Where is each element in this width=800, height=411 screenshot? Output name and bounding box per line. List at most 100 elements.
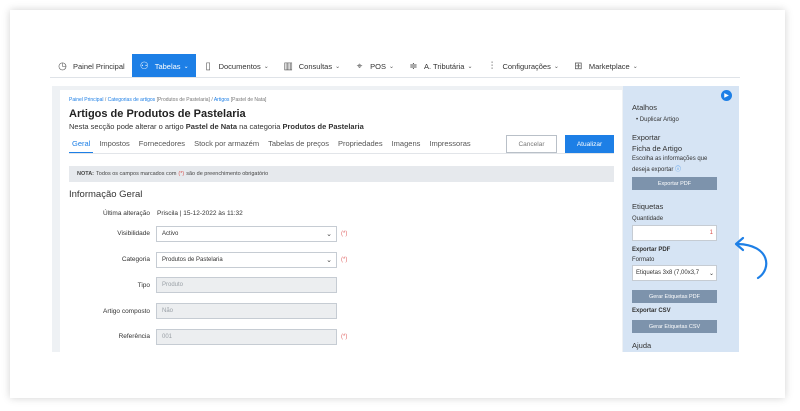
- breadcrumb-articles[interactable]: Artigos: [214, 97, 230, 103]
- document-icon: ▯: [205, 60, 211, 72]
- tab-price-tables[interactable]: Tabelas de preços: [265, 136, 332, 154]
- type-label: Tipo: [137, 282, 150, 289]
- tab-properties[interactable]: Propriedades: [335, 136, 386, 154]
- chevron-down-icon: ⌄: [388, 63, 394, 70]
- composite-value: Não: [162, 308, 174, 314]
- nav-pos[interactable]: ⌖ POS ⌄: [347, 54, 401, 78]
- nav-label: Configurações: [502, 61, 551, 71]
- required-mark: (*): [341, 231, 348, 237]
- info-icon[interactable]: ⓘ: [675, 167, 681, 173]
- nav-marketplace[interactable]: ⊞ Marketplace ⌄: [566, 54, 645, 78]
- chevron-down-icon: ⌄: [708, 270, 714, 277]
- nav-tables[interactable]: ⚇ Tabelas ⌄: [131, 54, 196, 78]
- reference-value: 001: [162, 334, 173, 340]
- visibility-label: Visibilidade: [117, 230, 150, 237]
- export-csv-label: Exportar CSV: [632, 308, 671, 314]
- quantity-input[interactable]: 1: [632, 225, 717, 241]
- visibility-value: Activo: [162, 231, 179, 237]
- chevron-down-icon: ⌄: [263, 63, 269, 70]
- nav-dashboard[interactable]: ◷ Painel Principal: [50, 54, 132, 78]
- breadcrumb-detail: [Pastel de Nata]: [230, 97, 267, 103]
- composite-label: Artigo composto: [103, 308, 150, 315]
- subtitle-article: Pastel de Nata: [185, 122, 238, 131]
- tab-general[interactable]: Geral: [69, 136, 94, 154]
- subtitle-category: Produtos de Pastelaria: [282, 122, 364, 131]
- note-label: NOTA:: [77, 171, 95, 177]
- play-icon[interactable]: ▶: [721, 90, 732, 101]
- quantity-label: Quantidade: [632, 216, 664, 222]
- format-value: Etiquetas 3x8 (7,00x3,7: [636, 270, 700, 276]
- settings-icon: ⫶: [490, 60, 494, 72]
- update-button[interactable]: Atualizar: [565, 135, 614, 153]
- nav-settings[interactable]: ⫶ Configurações ⌄: [479, 54, 565, 78]
- required-fields-note: NOTA: Todos os campos marcados com (*) s…: [69, 166, 614, 182]
- export-pdf-button[interactable]: Exportar PDF: [632, 177, 717, 190]
- tab-taxes[interactable]: Impostos: [96, 136, 132, 154]
- generate-csv-button[interactable]: Gerar Etiquetas CSV: [632, 320, 717, 333]
- export-pdf-label: Exportar PDF: [632, 247, 671, 253]
- nav-documents[interactable]: ▯ Documentos ⌄: [196, 54, 276, 78]
- export-title: Exportar: [632, 133, 661, 142]
- visibility-select[interactable]: Activo ⌄: [156, 226, 337, 242]
- export-description: Escolha as informações que: [632, 156, 708, 162]
- category-label: Categoria: [121, 256, 150, 263]
- subtitle-text: Nesta secção pode alterar o artigo: [69, 122, 184, 131]
- required-mark: (*): [341, 257, 348, 263]
- cancel-button[interactable]: Cancelar: [506, 135, 557, 153]
- export-subtitle: Ficha de Artigo: [632, 144, 683, 153]
- marketplace-icon: ⊞: [574, 60, 583, 72]
- last-change-value: Priscila | 15-12-2022 às 11:32: [157, 210, 243, 217]
- chevron-down-icon: ⌄: [326, 257, 332, 264]
- nav-label: Documentos: [218, 61, 261, 71]
- tab-images[interactable]: Imagens: [389, 136, 424, 154]
- chevron-down-icon: ⌄: [183, 63, 189, 70]
- duplicate-article-link[interactable]: • Duplicar Artigo: [636, 117, 679, 123]
- chevron-down-icon: ⌄: [326, 231, 332, 238]
- note-text: são de preenchimento obrigatório: [186, 171, 269, 177]
- format-select[interactable]: Etiquetas 3x8 (7,00x3,7 ⌄: [632, 265, 717, 281]
- nav-label: Tabelas: [154, 61, 181, 71]
- page-subtitle: Nesta secção pode alterar o artigo Paste…: [69, 122, 364, 131]
- note-text: Todos os campos marcados com: [96, 171, 177, 177]
- dashboard-icon: ◷: [58, 60, 67, 72]
- chevron-down-icon: ⌄: [553, 63, 559, 70]
- chevron-down-icon: ⌄: [632, 63, 638, 70]
- tax-icon: ≑: [409, 60, 418, 72]
- nav-label: Marketplace: [588, 61, 630, 71]
- generate-pdf-button[interactable]: Gerar Etiquetas PDF: [632, 290, 717, 303]
- breadcrumb-home[interactable]: Painel Principal: [69, 97, 103, 103]
- nav-queries[interactable]: ▥ Consultas ⌄: [276, 54, 347, 78]
- export-description: deseja exportar ⓘ: [632, 164, 681, 173]
- export-description-text: deseja exportar: [632, 167, 674, 173]
- section-title: Informação Geral: [69, 189, 143, 200]
- tab-stock[interactable]: Stock por armazém: [191, 136, 262, 154]
- bar-chart-icon: ▥: [283, 60, 293, 72]
- type-value: Produto: [162, 282, 184, 288]
- composite-field: Não: [156, 303, 337, 319]
- nav-label: POS: [370, 61, 386, 71]
- labels-title: Etiquetas: [632, 202, 664, 211]
- note-required-mark: (*): [178, 171, 185, 177]
- subtitle-text: na categoria: [239, 122, 281, 131]
- reference-label: Referência: [118, 333, 150, 340]
- chevron-down-icon: ⌄: [335, 63, 341, 70]
- pos-icon: ⌖: [356, 60, 363, 72]
- format-label: Formato: [632, 257, 655, 263]
- type-field: Produto: [156, 277, 337, 293]
- tabs-divider: [69, 153, 614, 154]
- breadcrumb-categories[interactable]: Categorias de artigos: [108, 97, 156, 103]
- nav-label: Consultas: [298, 61, 333, 71]
- nav-tax[interactable]: ≑ A. Tributária ⌄: [401, 54, 479, 78]
- tab-suppliers[interactable]: Fornecedores: [136, 136, 188, 154]
- category-select[interactable]: Produtos de Pastelaria ⌄: [156, 252, 337, 268]
- help-title: Ajuda: [632, 341, 652, 350]
- top-navigation: ◷ Painel Principal ⚇ Tabelas ⌄ ▯ Documen…: [50, 54, 740, 78]
- duplicate-label: Duplicar Artigo: [639, 117, 679, 123]
- reference-field[interactable]: 001: [156, 329, 337, 345]
- tab-bar: Geral Impostos Fornecedores Stock por ar…: [69, 136, 477, 154]
- breadcrumb-detail: [Produtos de Pastelaria]: [156, 97, 210, 103]
- users-icon: ⚇: [139, 60, 149, 72]
- tab-printers[interactable]: Impressoras: [426, 136, 473, 154]
- curved-arrow-icon: [734, 236, 768, 280]
- chevron-down-icon: ⌄: [467, 63, 473, 70]
